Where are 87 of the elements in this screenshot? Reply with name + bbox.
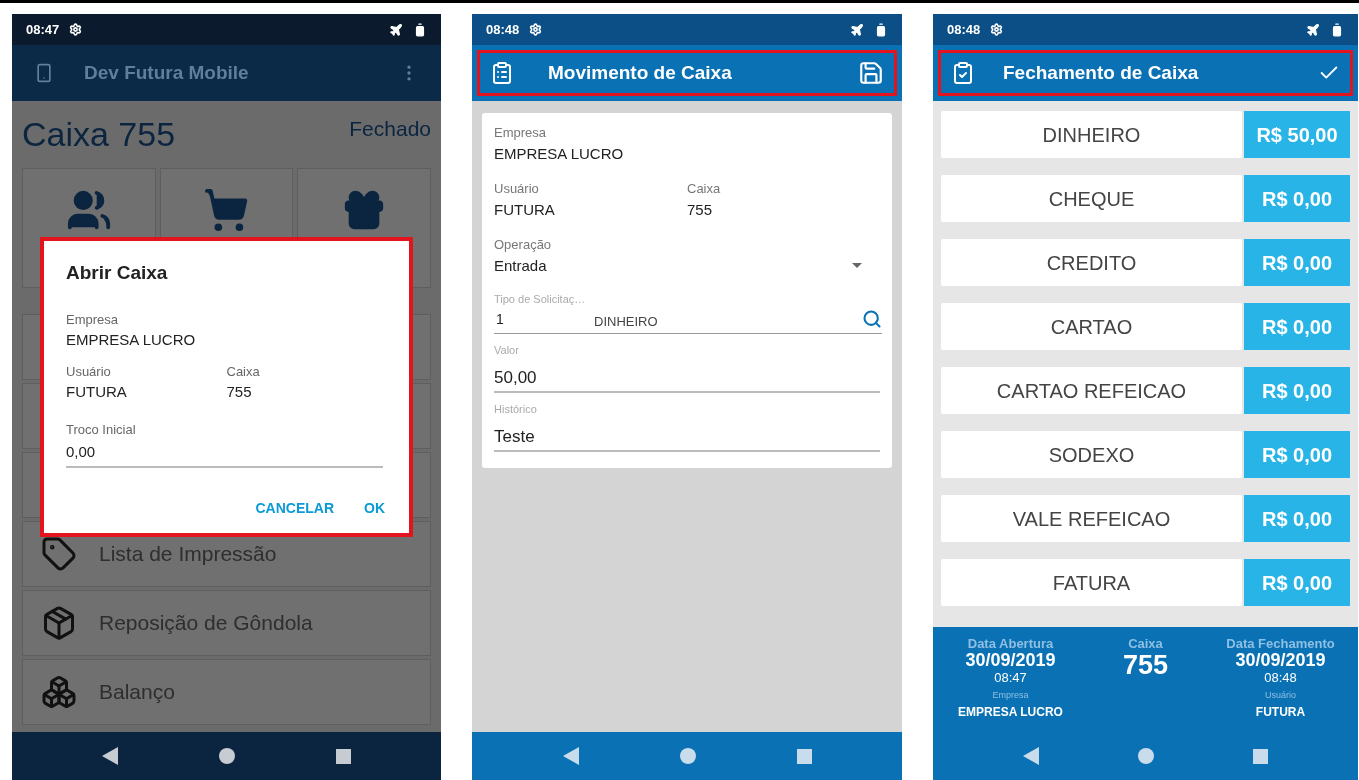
footer-label: Usuário [1265,689,1296,703]
payment-amount[interactable]: R$ 0,00 [1244,367,1350,414]
payment-label: CARTAO REFEICAO [941,367,1242,414]
footer-label: Empresa [992,689,1029,703]
boxes-icon [41,674,77,710]
field-label: Operação [494,236,553,254]
airplane-icon [850,22,864,37]
menu-item[interactable]: Reposição de Gôndola [22,590,431,656]
field-value: 755 [687,199,714,220]
ok-button[interactable]: OK [356,493,393,523]
request-type-field[interactable]: 1 DINHEIRO [494,307,882,334]
footer-label: Caixa [1128,637,1163,652]
status-time: 08:48 [947,20,981,39]
clipboard-icon [490,61,514,85]
payment-amount[interactable]: R$ 0,00 [1244,495,1350,542]
save-icon[interactable] [858,60,884,86]
search-icon[interactable] [862,309,882,330]
footer-label: Data Abertura [967,637,1054,652]
field-label: Tipo de Solicitaç… [494,292,587,307]
recents-icon[interactable] [335,748,351,764]
request-description: DINHEIRO [594,312,659,331]
field-value: 755 [226,382,253,402]
payment-amount[interactable]: R$ 0,00 [1244,303,1350,350]
cancel-button[interactable]: CANCELAR [247,493,342,523]
field-value: FUTURA [66,382,128,402]
tag-icon [41,536,77,572]
field-value: FUTURA [494,199,556,220]
footer-time: 08:48 [1264,671,1297,686]
footer-value: EMPRESA LUCRO [958,703,1063,721]
battery-icon [1330,22,1344,37]
battery-icon [874,22,888,37]
field-label: Usuário [66,362,112,381]
payment-amount[interactable]: R$ 0,00 [1244,239,1350,286]
field-value: EMPRESA LUCRO [66,330,197,350]
menu-item[interactable]: Balanço [22,659,431,725]
payment-amount[interactable]: R$ 0,00 [1244,175,1350,222]
airplane-icon [389,22,403,37]
field-label: Valor [494,343,520,358]
footer-value: 755 [1122,651,1169,681]
settings-icon [69,23,83,36]
amount-field[interactable]: 50,00 [494,364,880,393]
register-heading: Caixa 755 [22,114,176,155]
history-field[interactable]: Teste [494,423,880,452]
footer-value: 30/09/2019 [1235,651,1326,672]
battery-icon [413,22,427,37]
payment-label: VALE REFEICAO [941,495,1242,542]
field-label: Empresa [66,310,120,329]
dropdown-icon [852,263,862,269]
operation-dropdown[interactable]: Entrada [494,254,880,277]
settings-icon [529,23,543,36]
box-icon [41,605,77,641]
field-value: EMPRESA LUCRO [494,143,625,164]
screen-title: Movimento de Caixa [548,60,733,85]
phone-icon [34,63,54,83]
footer-time: 08:47 [994,671,1027,686]
payment-amount[interactable]: R$ 0,00 [1244,559,1350,606]
status-time: 08:48 [486,20,520,39]
dialog-title: Abrir Caixa [66,261,169,285]
register-status: Fechado [349,116,431,142]
payment-amount[interactable]: R$ 0,00 [1244,431,1350,478]
home-icon[interactable] [219,748,235,764]
payment-label: CHEQUE [941,175,1242,222]
back-icon[interactable] [102,747,119,765]
cart-icon [203,187,250,233]
payment-label: CREDITO [941,239,1242,286]
field-label: Caixa [687,180,722,198]
status-time: 08:47 [26,20,60,39]
footer-value: FUTURA [1255,703,1306,721]
field-label: Caixa [226,362,261,381]
screen-title: Fechamento de Caixa [1003,60,1200,85]
payment-label: SODEXO [941,431,1242,478]
request-code: 1 [495,309,505,329]
app-title: Dev Futura Mobile [84,60,250,85]
payment-label: DINHEIRO [941,111,1242,158]
settings-icon [990,23,1004,36]
field-label: Usuário [494,180,540,198]
footer-label: Data Fechamento [1226,637,1335,652]
airplane-icon [1306,22,1320,37]
clipboard-check-icon [951,61,975,85]
payment-label: CARTAO [941,303,1242,350]
field-label: Histórico [494,402,538,417]
payment-amount[interactable]: R$ 50,00 [1244,111,1350,158]
field-label: Troco Inicial [66,420,137,439]
payment-label: FATURA [941,559,1242,606]
initial-change-field[interactable]: 0,00 [66,439,383,468]
field-label: Empresa [494,124,548,142]
footer-value: 30/09/2019 [965,651,1056,672]
